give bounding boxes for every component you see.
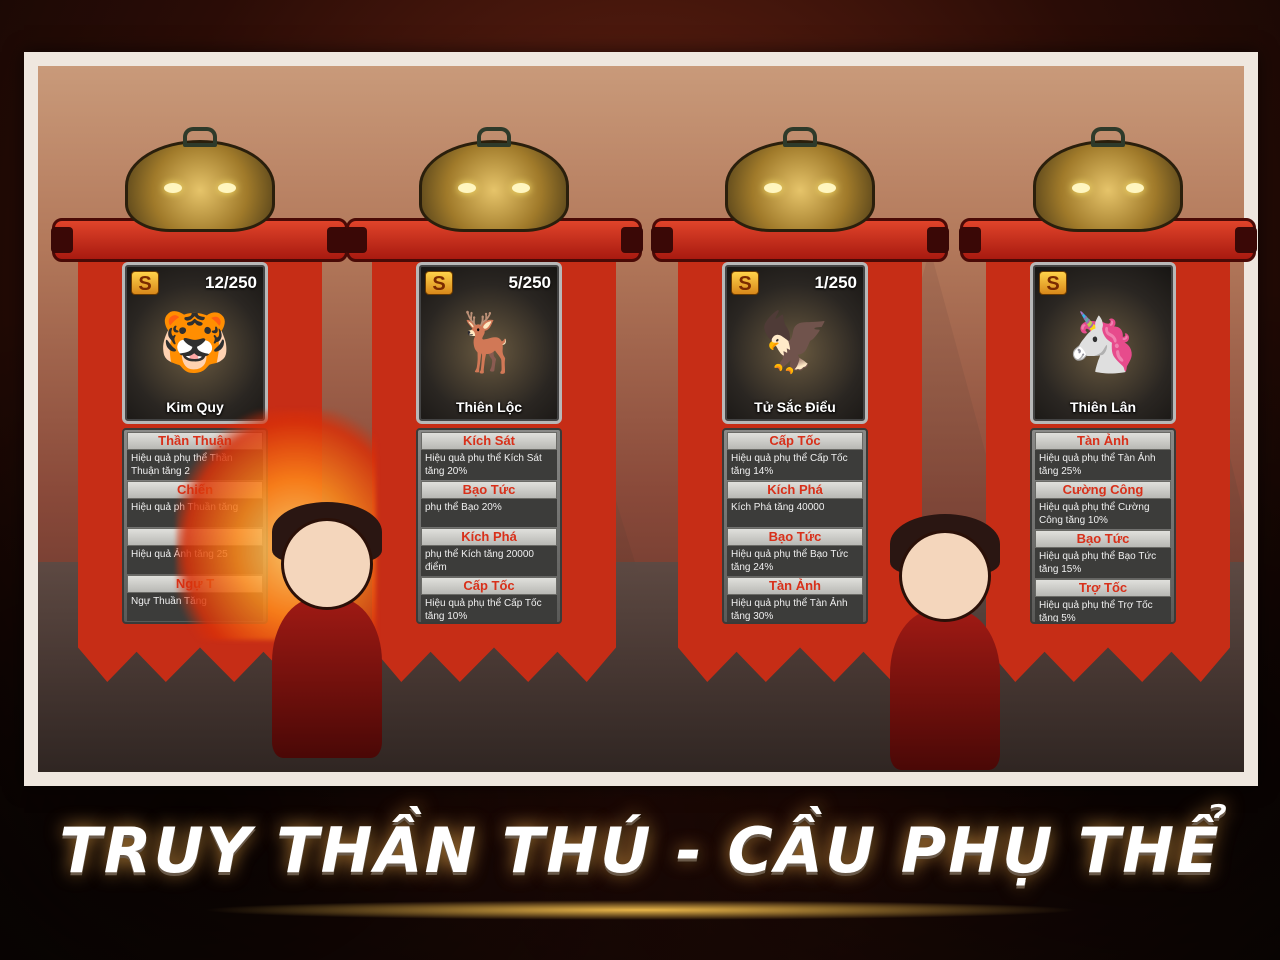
stat-description: phụ thể Bạo 20% [421, 499, 557, 527]
hero-character-right [840, 490, 1050, 770]
hanging-ring-icon [783, 127, 817, 147]
hanging-ring-icon [1091, 127, 1125, 147]
pet-name: Tử Sắc Điểu [754, 399, 836, 415]
glowing-eye [1072, 183, 1090, 193]
hero-character-left [222, 478, 432, 758]
grade-badge: S [425, 271, 453, 295]
stat-description: phụ thể Kích tăng 20000 điểm [421, 546, 557, 576]
hanging-ring-icon [183, 127, 217, 147]
grade-badge: S [1039, 271, 1067, 295]
stat-description: Hiệu quả phụ thể Bạo Tức tăng 15% [1035, 548, 1171, 578]
stat-description: Hiệu quả phụ thể Cấp Tốc tăng 14% [727, 450, 863, 480]
stat-entry: Kích Sát Hiệu quả phụ thể Kích Sát tăng 2… [421, 432, 557, 480]
grade-badge: S [731, 271, 759, 295]
stat-description: Hiệu quả phụ thể Cấp Tốc tăng 10% [421, 595, 557, 622]
hero-face [899, 530, 991, 622]
pet-card[interactable]: S 12/250 🐯 Kim Quy [122, 262, 268, 424]
glowing-eye [818, 183, 836, 193]
pet-name: Thiên Lộc [455, 399, 523, 415]
beast-head-ornament-icon [419, 127, 569, 232]
beast-head-ornament-icon [725, 127, 875, 232]
stat-description: Hiệu quả phụ thể Cường Công tăng 10% [1035, 499, 1171, 529]
stat-title: Cấp Tốc [421, 577, 557, 595]
stat-title: Cấp Tốc [727, 432, 863, 450]
stat-description: Hiệu quả phụ thể Trợ Tốc tăng 5% [1035, 597, 1171, 622]
slogan-title: TRUY THẦN THÚ - CẦU PHỤ THỂ [59, 814, 1221, 887]
glowing-eye [764, 183, 782, 193]
slogan-glow [200, 900, 1080, 920]
stat-title: Bạo Tức [421, 481, 557, 499]
hero-face [281, 518, 373, 610]
stat-entry: Cấp Tốc Hiệu quả phụ thể Cấp Tốc tăng 10% [421, 577, 557, 622]
stat-entry: Kích Phá phụ thể Kích tăng 20000 điểm [421, 528, 557, 576]
beast-head-ornament-icon [125, 127, 275, 232]
pet-card[interactable]: S 5/250 🦌 Thiên Lộc [416, 262, 562, 424]
hero-body [890, 610, 1000, 770]
stat-title: Bạo Tức [1035, 530, 1171, 548]
stat-title: Kích Phá [421, 528, 557, 546]
golden-beast-icon: 🐯 [158, 310, 232, 375]
glowing-eye [458, 183, 476, 193]
stat-title: Kích Sát [421, 432, 557, 450]
pet-count: 5/250 [508, 273, 551, 292]
pet-count: 12/250 [205, 273, 257, 292]
stat-title: Cường Công [1035, 481, 1171, 499]
pet-card[interactable]: S 🦄 Thiên Lân [1030, 262, 1176, 424]
stat-title: Trợ Tốc [1035, 579, 1171, 597]
hero-body [272, 598, 382, 758]
pet-card[interactable]: S 1/250 🦅 Tử Sắc Điểu [722, 262, 868, 424]
glowing-eye [164, 183, 182, 193]
stat-description: Hiệu quả phụ thể Tàn Ảnh tăng 25% [1035, 450, 1171, 480]
stat-entry: Bạo Tức phụ thể Bạo 20% [421, 481, 557, 527]
stat-entry: Trợ Tốc Hiệu quả phụ thể Trợ Tốc tăng 5% [1035, 579, 1171, 622]
pet-count: 1/250 [814, 273, 857, 292]
stat-description: Hiệu quả phụ thể Kích Sát tăng 20% [421, 450, 557, 480]
stat-entry: Bạo Tức Hiệu quả phụ thể Bạo Tức tăng 15% [1035, 530, 1171, 578]
beast-head-ornament-icon [1033, 127, 1183, 232]
glowing-eye [512, 183, 530, 193]
hanging-ring-icon [477, 127, 511, 147]
stat-entry: Cấp Tốc Hiệu quả phụ thể Cấp Tốc tăng 14% [727, 432, 863, 480]
glowing-eye [218, 183, 236, 193]
purple-bird-icon: 🦅 [758, 310, 832, 375]
stat-title: Tàn Ảnh [1035, 432, 1171, 450]
pet-stats-panel: Tàn Ảnh Hiệu quả phụ thể Tàn Ảnh tăng 25%… [1030, 428, 1176, 624]
red-deer-icon: 🦌 [452, 310, 526, 375]
pet-name: Thiên Lân [1069, 399, 1137, 415]
grade-badge: S [131, 271, 159, 295]
unicorn-icon: 🦄 [1066, 310, 1140, 375]
stat-entry: Tàn Ảnh Hiệu quả phụ thể Tàn Ảnh tăng 25% [1035, 432, 1171, 480]
stat-entry: Cường Công Hiệu quả phụ thể Cường Công tă… [1035, 481, 1171, 529]
pet-stats-panel: Kích Sát Hiệu quả phụ thể Kích Sát tăng 2… [416, 428, 562, 624]
glowing-eye [1126, 183, 1144, 193]
